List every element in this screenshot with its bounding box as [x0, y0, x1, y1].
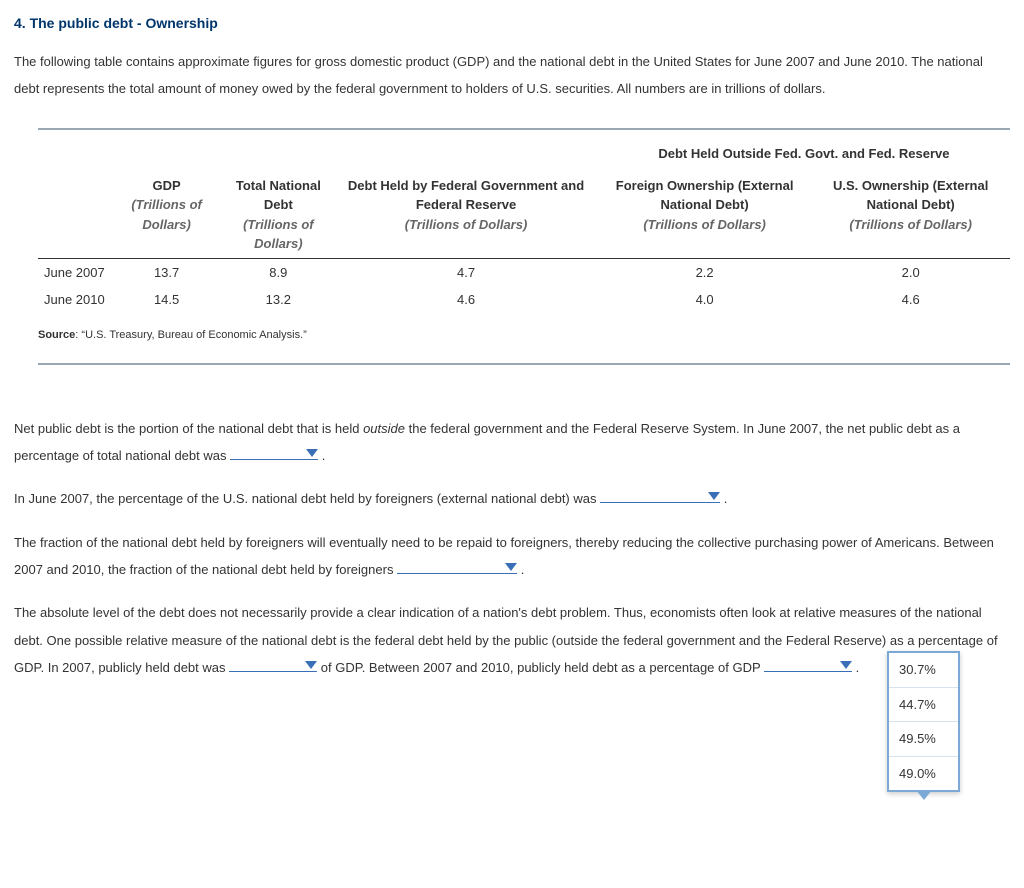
dropdown-5[interactable] — [764, 654, 852, 681]
table-source: Source: “U.S. Treasury, Bureau of Econom… — [38, 314, 1010, 347]
col-total-debt: Total National Debt (Trillions of Dollar… — [222, 168, 334, 259]
data-table: Debt Held Outside Fed. Govt. and Fed. Re… — [38, 130, 1010, 314]
cell: 2.0 — [811, 258, 1010, 286]
cell: 4.6 — [811, 286, 1010, 314]
dropdown-4[interactable] — [229, 654, 317, 681]
dropdown-options-popup: 30.7% 44.7% 49.5% 49.0% — [887, 651, 960, 792]
col-gdp: GDP (Trillions of Dollars) — [111, 168, 223, 259]
chevron-down-icon — [708, 492, 720, 500]
table-row: June 2010 14.5 13.2 4.6 4.0 4.6 — [38, 286, 1010, 314]
chevron-down-icon — [306, 449, 318, 457]
dropdown-2[interactable] — [600, 485, 720, 512]
dropdown-option[interactable]: 30.7% — [889, 653, 958, 688]
row-label: June 2010 — [38, 286, 111, 314]
paragraph-4: The absolute level of the debt does not … — [14, 599, 1010, 681]
intro-paragraph: The following table contains approximate… — [14, 48, 1010, 103]
col-foreign: Foreign Ownership (External National Deb… — [598, 168, 811, 259]
chevron-down-icon — [505, 563, 517, 571]
cell: 4.7 — [334, 258, 598, 286]
cell: 13.7 — [111, 258, 223, 286]
dropdown-option[interactable]: 49.0% — [889, 757, 958, 791]
cell: 4.0 — [598, 286, 811, 314]
paragraph-3: The fraction of the national debt held b… — [14, 529, 1010, 584]
table-row: June 2007 13.7 8.9 4.7 2.2 2.0 — [38, 258, 1010, 286]
chevron-down-icon — [305, 661, 317, 669]
data-table-container: Debt Held Outside Fed. Govt. and Fed. Re… — [38, 128, 1010, 365]
cell: 13.2 — [222, 286, 334, 314]
chevron-down-icon — [840, 661, 852, 669]
cell: 2.2 — [598, 258, 811, 286]
paragraph-1: Net public debt is the portion of the na… — [14, 415, 1010, 470]
dropdown-3[interactable] — [397, 556, 517, 583]
question-body: Net public debt is the portion of the na… — [14, 415, 1010, 681]
col-group-header: Debt Held Outside Fed. Govt. and Fed. Re… — [598, 130, 1010, 168]
cell: 14.5 — [111, 286, 223, 314]
cell: 4.6 — [334, 286, 598, 314]
row-label: June 2007 — [38, 258, 111, 286]
col-us: U.S. Ownership (External National Debt) … — [811, 168, 1010, 259]
dropdown-1[interactable] — [230, 442, 318, 469]
paragraph-2: In June 2007, the percentage of the U.S.… — [14, 485, 1010, 512]
dropdown-option[interactable]: 49.5% — [889, 722, 958, 757]
section-title: 4. The public debt - Ownership — [14, 14, 1010, 34]
cell: 8.9 — [222, 258, 334, 286]
col-held-fed: Debt Held by Federal Government and Fede… — [334, 168, 598, 259]
dropdown-option[interactable]: 44.7% — [889, 688, 958, 723]
